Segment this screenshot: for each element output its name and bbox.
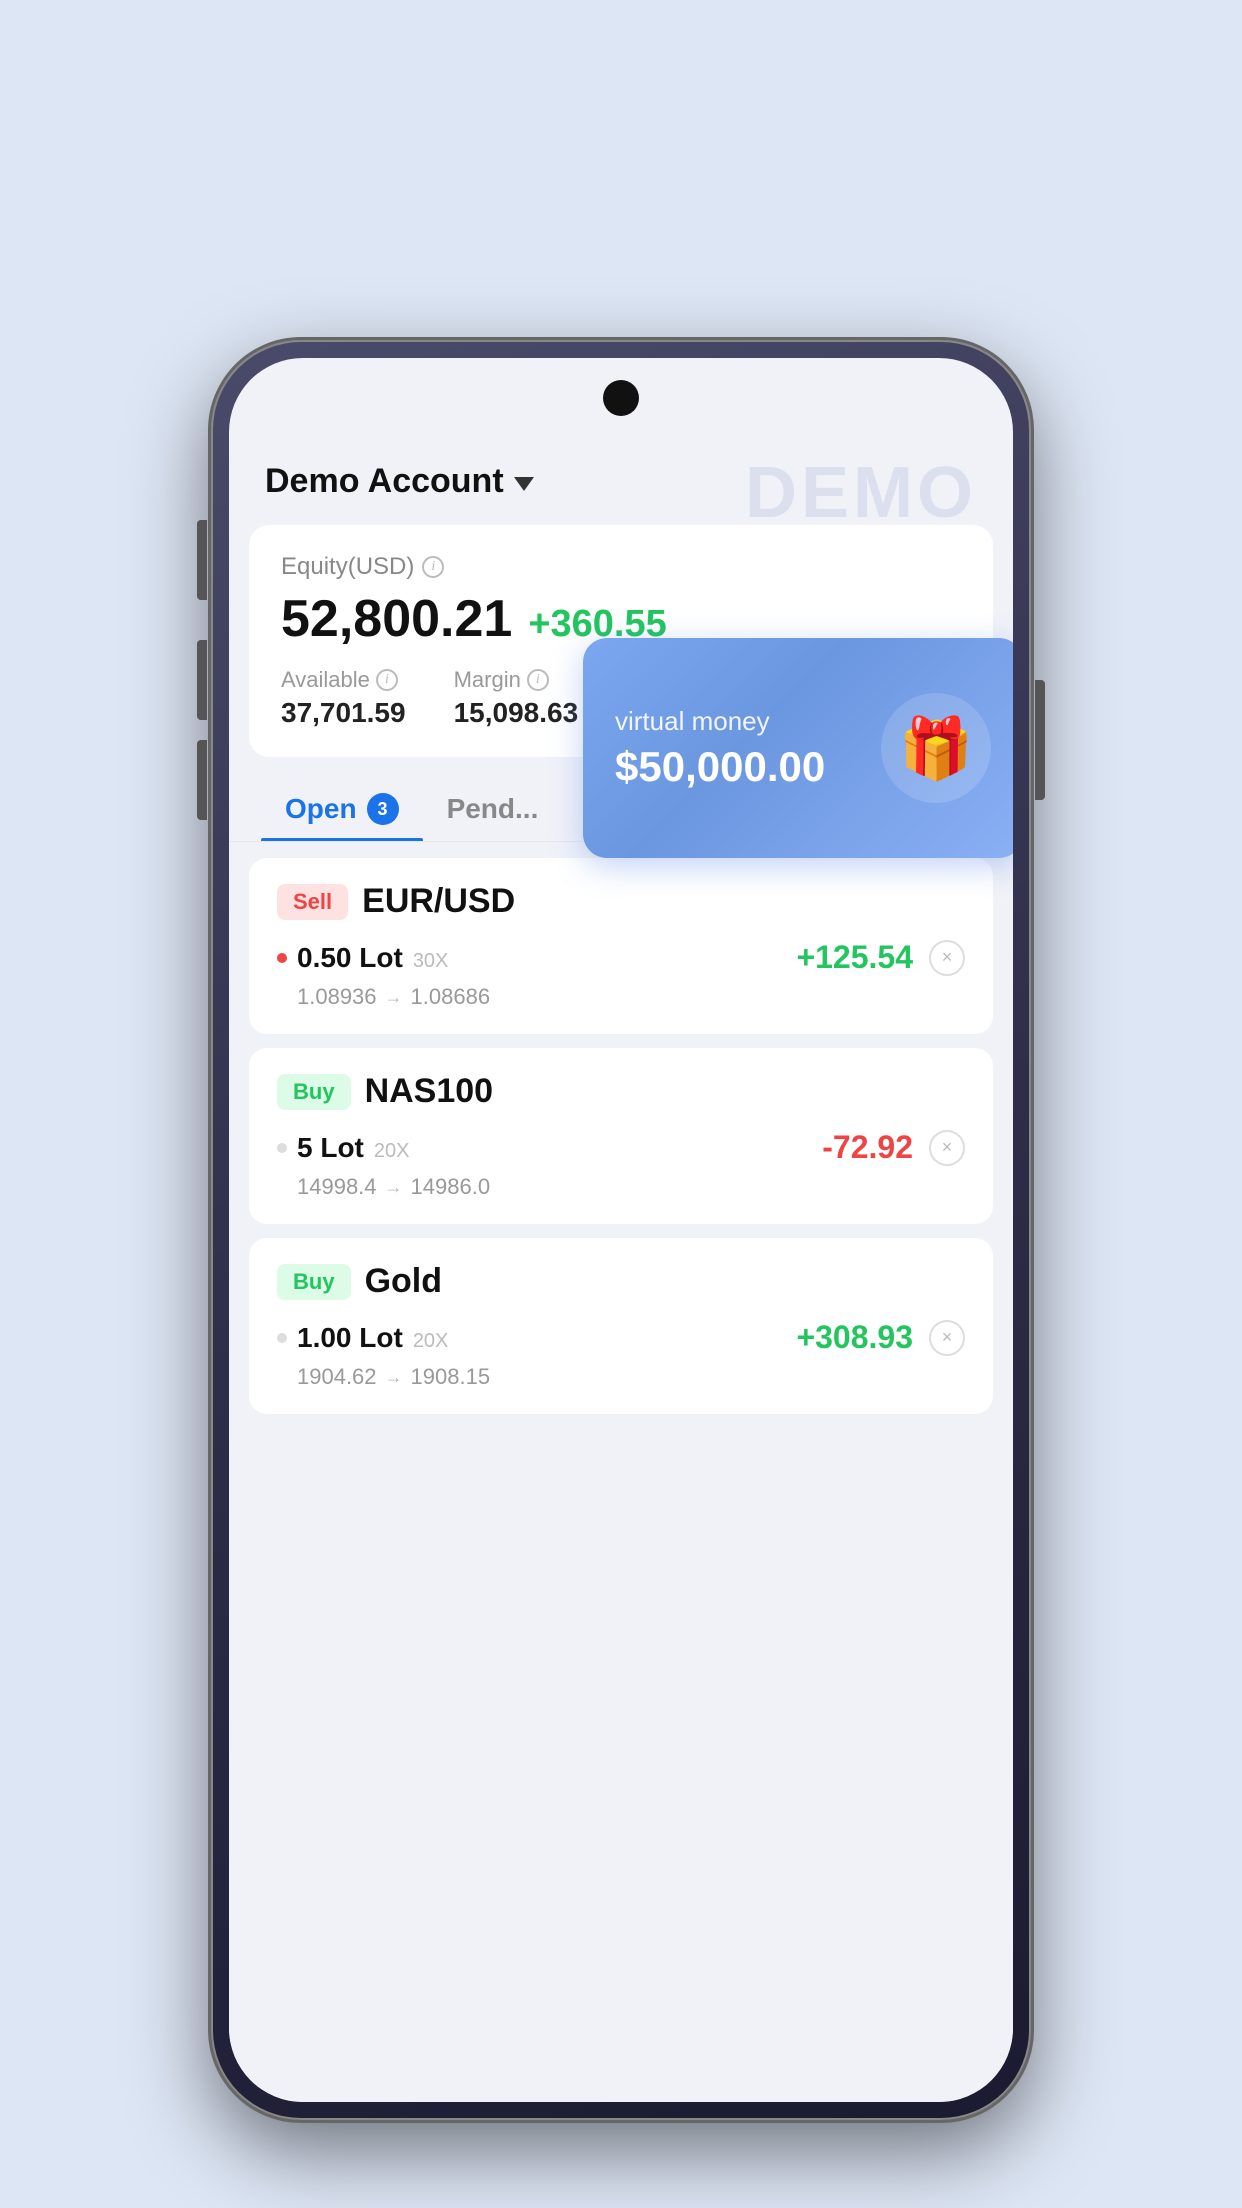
trade-dot-nas100 bbox=[277, 1143, 287, 1153]
trade-prices-nas100: 14998.4 → 14986.0 bbox=[297, 1174, 965, 1200]
close-trade-eurusd[interactable]: × bbox=[929, 940, 965, 976]
virtual-money-text: virtual money $50,000.00 bbox=[615, 706, 825, 791]
trade-left-eurusd: 0.50 Lot 30X bbox=[277, 942, 448, 974]
lot-info-gold: 1.00 Lot 20X bbox=[297, 1322, 448, 1354]
trade-header-gold: Buy Gold bbox=[277, 1262, 965, 1301]
trade-badge-buy-nas: Buy bbox=[277, 1074, 351, 1110]
trade-pnl-gold: +308.93 bbox=[796, 1319, 913, 1356]
tab-pending[interactable]: Pend... bbox=[423, 781, 563, 841]
trades-list: Sell EUR/USD 0.50 Lot 30X bbox=[229, 842, 1013, 1430]
trade-symbol-eurusd: EUR/USD bbox=[362, 882, 515, 921]
lot-multiplier-nas100: 20X bbox=[374, 1140, 410, 1163]
trade-prices-gold: 1904.62 → 1908.15 bbox=[297, 1364, 965, 1390]
trade-header-eurusd: Sell EUR/USD bbox=[277, 882, 965, 921]
account-name: Demo Account bbox=[265, 462, 504, 501]
tab-open[interactable]: Open 3 bbox=[261, 781, 423, 841]
trade-row-gold: 1.00 Lot 20X +308.93 × bbox=[277, 1319, 965, 1356]
available-value: 37,701.59 bbox=[281, 697, 406, 729]
phone-screen: Demo Account DEMO Equity(USD) i 52,800.2… bbox=[229, 358, 1013, 2102]
lot-info-nas100: 5 Lot 20X bbox=[297, 1132, 409, 1164]
close-trade-nas100[interactable]: × bbox=[929, 1130, 965, 1166]
camera-notch bbox=[603, 380, 639, 416]
trade-row-eurusd: 0.50 Lot 30X +125.54 × bbox=[277, 939, 965, 976]
lot-info-eurusd: 0.50 Lot 30X bbox=[297, 942, 448, 974]
top-bar: Demo Account DEMO bbox=[229, 438, 1013, 517]
trade-left-nas100: 5 Lot 20X bbox=[277, 1132, 409, 1164]
arrow-icon-nas: → bbox=[385, 1177, 403, 1198]
open-count-badge: 3 bbox=[367, 793, 399, 825]
virtual-money-amount: $50,000.00 bbox=[615, 743, 825, 791]
trade-prices-eurusd: 1.08936 → 1.08686 bbox=[297, 984, 965, 1010]
lot-value-nas100: 5 Lot bbox=[297, 1132, 364, 1164]
trade-badge-sell: Sell bbox=[277, 884, 348, 920]
lot-multiplier-eurusd: 30X bbox=[413, 950, 449, 973]
available-label: Available i bbox=[281, 667, 406, 693]
margin-value: 15,098.63 bbox=[454, 697, 579, 729]
account-selector[interactable]: Demo Account bbox=[265, 462, 534, 501]
trade-card-eurusd: Sell EUR/USD 0.50 Lot 30X bbox=[249, 858, 993, 1034]
trade-card-nas100: Buy NAS100 5 Lot 20X bbox=[249, 1048, 993, 1224]
phone-device: Demo Account DEMO Equity(USD) i 52,800.2… bbox=[211, 340, 1031, 2120]
lot-value-gold: 1.00 Lot bbox=[297, 1322, 403, 1354]
trade-row-nas100: 5 Lot 20X -72.92 × bbox=[277, 1129, 965, 1166]
available-item: Available i 37,701.59 bbox=[281, 667, 406, 729]
equity-label: Equity(USD) i bbox=[281, 553, 961, 581]
trade-pnl-nas100: -72.92 bbox=[822, 1129, 913, 1166]
phone-shell: Demo Account DEMO Equity(USD) i 52,800.2… bbox=[211, 340, 1031, 2120]
close-trade-gold[interactable]: × bbox=[929, 1320, 965, 1356]
chevron-down-icon bbox=[514, 477, 534, 491]
margin-item: Margin i 15,098.63 bbox=[454, 667, 579, 729]
demo-watermark: DEMO bbox=[745, 452, 977, 534]
lot-value-eurusd: 0.50 Lot bbox=[297, 942, 403, 974]
trade-pnl-eurusd: +125.54 bbox=[796, 939, 913, 976]
arrow-icon-gold: → bbox=[385, 1367, 403, 1388]
trade-card-gold: Buy Gold 1.00 Lot 20X bbox=[249, 1238, 993, 1414]
lot-multiplier-gold: 20X bbox=[413, 1330, 449, 1353]
margin-info-icon[interactable]: i bbox=[527, 669, 549, 691]
equity-main-value: 52,800.21 bbox=[281, 589, 512, 649]
virtual-money-label: virtual money bbox=[615, 706, 825, 737]
arrow-icon: → bbox=[385, 987, 403, 1008]
trade-symbol-gold: Gold bbox=[365, 1262, 442, 1301]
equity-info-icon[interactable]: i bbox=[422, 556, 444, 578]
margin-label: Margin i bbox=[454, 667, 579, 693]
trade-dot-eurusd bbox=[277, 953, 287, 963]
virtual-money-card: virtual money $50,000.00 🎁 bbox=[583, 638, 1013, 858]
trade-header-nas100: Buy NAS100 bbox=[277, 1072, 965, 1111]
trade-left-gold: 1.00 Lot 20X bbox=[277, 1322, 448, 1354]
app-content: Demo Account DEMO Equity(USD) i 52,800.2… bbox=[229, 438, 1013, 2102]
trade-symbol-nas100: NAS100 bbox=[365, 1072, 494, 1111]
available-info-icon[interactable]: i bbox=[376, 669, 398, 691]
trade-dot-gold bbox=[277, 1333, 287, 1343]
trade-badge-buy-gold: Buy bbox=[277, 1264, 351, 1300]
gift-icon: 🎁 bbox=[881, 693, 991, 803]
